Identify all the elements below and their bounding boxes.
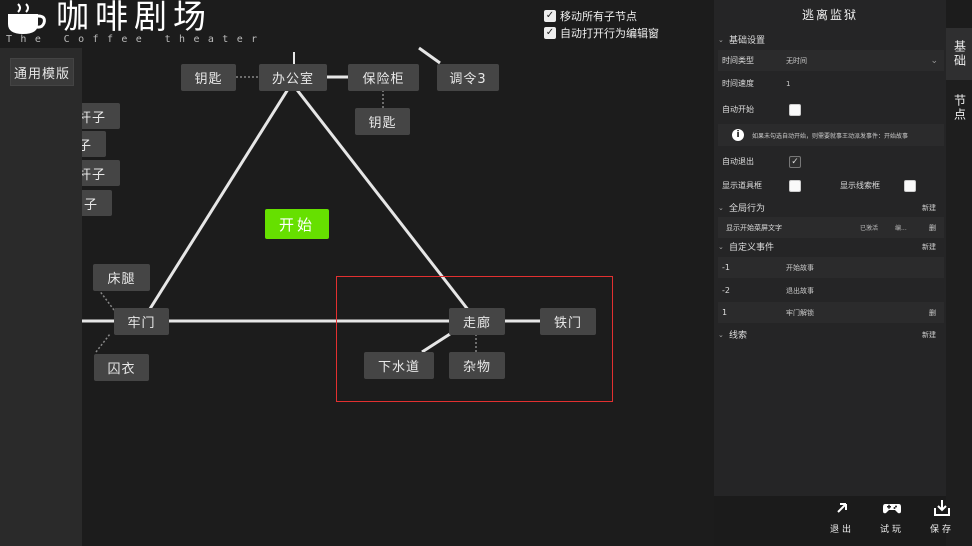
auto-open-editor-checkbox[interactable]: ✓ (544, 27, 556, 39)
tab-nodes[interactable]: 节点 (946, 82, 972, 134)
edge-office-celldoor (146, 85, 292, 313)
node-order3[interactable]: 调令3 (437, 64, 499, 91)
caret-down-icon: ⌄ (718, 35, 724, 44)
info-icon: i (732, 129, 744, 141)
auto-open-editor-option[interactable]: ✓ 自动打开行为编辑窗 (544, 25, 659, 41)
auto-start-row: 自动开始 (718, 99, 944, 120)
global-item-row[interactable]: 显示开始菜屏文字 已激活 编... 删 (718, 217, 944, 238)
properties-panel: 逃离监狱 ⌄ 基础设置 时间类型 无时间 ⌄ 时间速度 1 自动开始 i 如果未… (714, 0, 946, 546)
move-children-option[interactable]: ✓ 移动所有子节点 (544, 8, 637, 24)
app-title: 咖啡剧场 (56, 0, 212, 36)
node-key-mid[interactable]: 钥匙 (355, 108, 410, 135)
event-row[interactable]: 1 牢门解锁 删 (718, 302, 944, 323)
events-new-button[interactable]: 新建 (922, 242, 936, 252)
exit-button[interactable]: 退出 (822, 498, 862, 542)
coffee-cup-icon (8, 3, 46, 34)
global-new-button[interactable]: 新建 (922, 203, 936, 213)
section-basic[interactable]: ⌄ 基础设置 (718, 29, 944, 50)
show-frames-row: 显示道具框 显示线索框 (718, 175, 944, 196)
time-speed-row: 时间速度 1 (722, 79, 791, 88)
show-clue-checkbox[interactable] (904, 179, 916, 192)
graph-canvas[interactable]: 咖啡剧场 The Coffee theater 通用模版 杆子 子 杆子 子 钥… (0, 0, 714, 546)
play-test-button[interactable]: 试玩 (872, 498, 912, 542)
node-safe[interactable]: 保险柜 (348, 64, 419, 91)
caret-down-icon: ⌄ (718, 330, 724, 339)
node-cell-door[interactable]: 牢门 (114, 308, 169, 335)
undo-arrow-icon (837, 503, 847, 513)
move-children-checkbox[interactable]: ✓ (544, 10, 556, 22)
caret-down-icon: ⌄ (718, 242, 724, 251)
node-office[interactable]: 办公室 (259, 64, 327, 91)
edge-celldoor-clothes (95, 333, 111, 353)
node-bed-leg[interactable]: 床腿 (93, 264, 150, 291)
selection-box (336, 276, 613, 402)
panel-tabs: 基础 节点 (946, 28, 972, 546)
global-edit-button[interactable]: 编... (895, 223, 907, 232)
story-title: 逃离监狱 (801, 7, 858, 22)
panel-overlay (0, 100, 82, 220)
global-delete-button[interactable]: 删 (929, 223, 936, 233)
event-delete-button[interactable]: 删 (929, 308, 936, 318)
section-clues[interactable]: ⌄ 线索 新建 (718, 324, 944, 345)
generic-template-button[interactable]: 通用模版 (10, 58, 74, 86)
chevron-down-icon[interactable]: ⌄ (930, 56, 938, 66)
auto-exit-checkbox[interactable]: ✓ (789, 155, 801, 168)
auto-exit-row: 自动退出 ✓ (718, 151, 944, 172)
time-speed-input[interactable]: 1 (786, 80, 790, 88)
auto-start-info: i 如果未勾选自动开始，则需要就事王动派发事件：开始故事 (718, 124, 944, 146)
save-button[interactable]: 保存 (922, 498, 962, 542)
section-global[interactable]: ⌄ 全局行为 新建 (718, 197, 944, 218)
edge-safe-order3 (418, 46, 441, 65)
tab-basic[interactable]: 基础 (946, 28, 972, 80)
section-custom-events[interactable]: ⌄ 自定义事件 新建 (718, 236, 944, 257)
event-row[interactable]: -1 开始故事 (718, 257, 944, 278)
download-save-icon (934, 500, 950, 516)
app-logo: 咖啡剧场 The Coffee theater (4, 0, 257, 48)
time-type-select[interactable]: 无时间 (786, 56, 807, 66)
gamepad-icon (883, 504, 901, 514)
auto-start-checkbox[interactable] (789, 103, 801, 116)
app-subtitle: The Coffee theater (6, 34, 266, 45)
caret-down-icon: ⌄ (718, 203, 724, 212)
node-key-top[interactable]: 钥匙 (181, 64, 236, 91)
clues-new-button[interactable]: 新建 (922, 330, 936, 340)
show-prop-checkbox[interactable] (789, 179, 801, 192)
node-start[interactable]: 开始 (265, 209, 329, 239)
node-prison-clothes[interactable]: 囚衣 (94, 354, 149, 381)
time-type-row[interactable]: 时间类型 无时间 ⌄ (718, 50, 944, 71)
event-row[interactable]: -2 退出故事 (718, 280, 944, 301)
bottom-toolbar: 退出 试玩 保存 (714, 496, 951, 546)
